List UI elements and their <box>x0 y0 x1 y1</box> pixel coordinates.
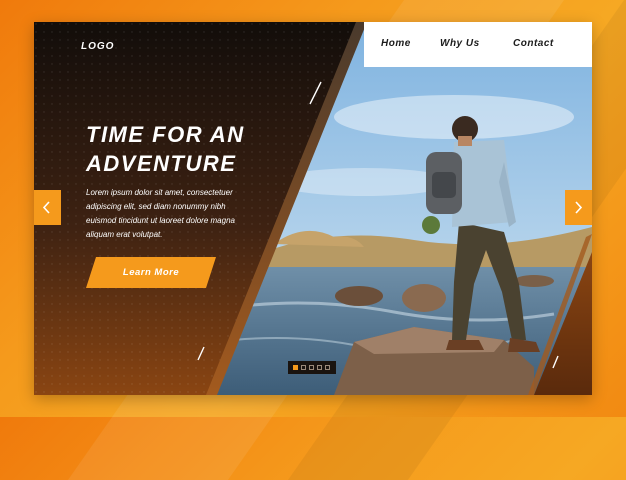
learn-more-label: Learn More <box>122 267 180 278</box>
chevron-left-icon <box>42 201 50 214</box>
nav-contact-link[interactable]: Contact <box>513 38 554 49</box>
previous-slide-button[interactable] <box>34 190 61 225</box>
logo[interactable]: LOGO <box>81 41 114 52</box>
learn-more-button[interactable]: Learn More <box>86 257 216 288</box>
carousel-pagination <box>288 361 336 374</box>
chevron-right-icon <box>575 201 583 214</box>
landing-page-card: Home Why Us Contact LOGO TIME FOR AN ADV… <box>34 22 592 395</box>
pagination-dot[interactable] <box>309 365 314 370</box>
title-line: ADVENTURE <box>86 151 237 176</box>
nav-why-us-link[interactable]: Why Us <box>440 38 480 49</box>
pagination-dot[interactable] <box>293 365 298 370</box>
next-slide-button[interactable] <box>565 190 592 225</box>
title-line: TIME FOR AN <box>86 122 245 147</box>
pagination-dot[interactable] <box>301 365 306 370</box>
pagination-dot[interactable] <box>317 365 322 370</box>
page-title: TIME FOR AN ADVENTURE <box>86 120 346 178</box>
hero-description: Lorem ipsum dolor sit amet, consectetuer… <box>86 188 235 239</box>
pagination-dot[interactable] <box>325 365 330 370</box>
nav-home-link[interactable]: Home <box>381 38 411 49</box>
top-navigation: Home Why Us Contact <box>364 22 592 67</box>
